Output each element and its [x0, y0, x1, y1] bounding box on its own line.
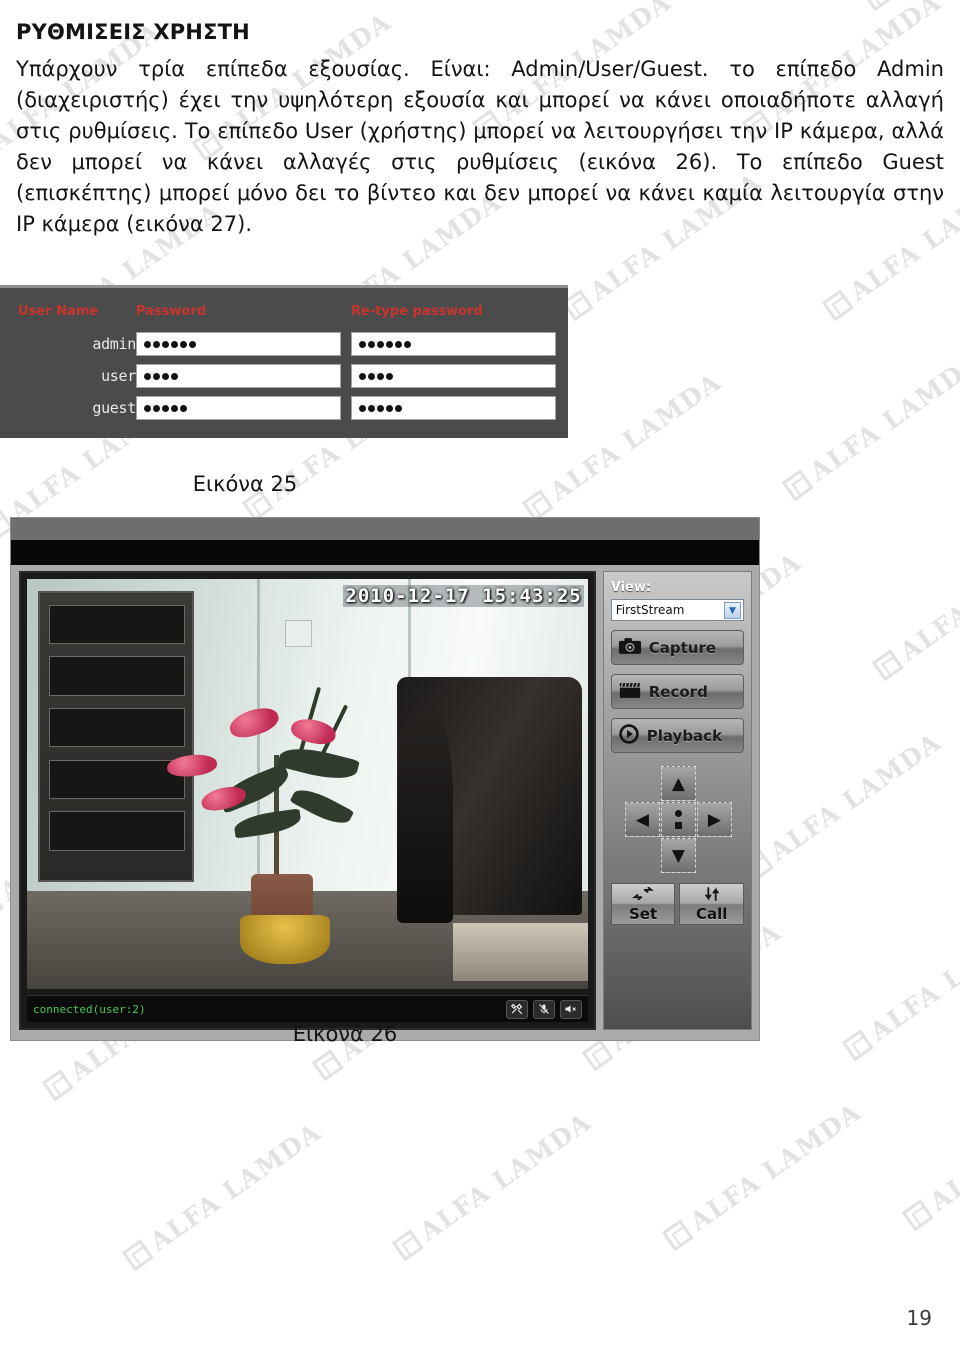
table-header-row: User Name Password Re-type password: [0, 300, 568, 328]
ptz-down-button[interactable]: ▼: [660, 838, 696, 873]
connection-status-text: connected(user:2): [33, 1002, 146, 1016]
password-field-admin[interactable]: [136, 332, 341, 356]
password-dot: [144, 340, 151, 348]
call-preset-label: Call: [695, 904, 728, 923]
video-scene-image: [27, 579, 588, 989]
user-credentials-table: User Name Password Re-type password admi…: [0, 300, 568, 424]
column-header-password: Password: [136, 304, 207, 319]
view-label: View:: [610, 580, 652, 595]
password-dot: [153, 340, 160, 348]
user-name-cell: guest: [92, 399, 136, 417]
password-dot: [359, 372, 366, 380]
column-header-user-name: User Name: [18, 304, 99, 319]
password-dot: [144, 372, 151, 380]
password-dot: [144, 404, 151, 412]
ptz-center-button[interactable]: [660, 802, 696, 837]
password-dot: [171, 404, 178, 412]
table-row: admin: [0, 328, 568, 360]
figure-25-caption: Εικόνα 25: [192, 472, 298, 496]
password-dot: [404, 340, 411, 348]
password-dot: [180, 404, 187, 412]
password-dot: [368, 404, 375, 412]
password-dot: [359, 340, 366, 348]
record-button-label: Record: [648, 682, 708, 701]
password-dot: [162, 404, 169, 412]
password-dot: [386, 404, 393, 412]
figure-user-settings-table: User Name Password Re-type password admi…: [0, 285, 600, 438]
play-circle-icon: [618, 723, 640, 748]
preset-button-row: Set Call: [610, 883, 744, 925]
retype-password-field-user[interactable]: [351, 364, 556, 388]
document-page: ΡΥΘΜΙΣΕΙΣ ΧΡΗΣΤΗ Υπάρχουν τρία επίπεδα ε…: [0, 0, 960, 1346]
password-field-guest[interactable]: [136, 396, 341, 420]
body-paragraph: Υπάρχουν τρία επίπεδα εξουσίας. Είναι: A…: [16, 57, 944, 236]
retype-password-field-guest[interactable]: [351, 396, 556, 420]
capture-button-label: Capture: [648, 638, 717, 657]
speaker-muted-icon[interactable]: [559, 999, 582, 1019]
table-row: guest: [0, 392, 568, 424]
playback-button-label: Playback: [646, 726, 723, 745]
figure-camera-viewer: 2010-12-17 15:43:25 connected(user:2) Vi…: [10, 517, 760, 1041]
ptz-right-button[interactable]: ▶: [696, 802, 732, 837]
set-preset-label: Set: [628, 904, 658, 923]
camera-viewer-window: 2010-12-17 15:43:25 connected(user:2) Vi…: [10, 517, 760, 1041]
page-number: 19: [906, 1306, 932, 1330]
clapperboard-icon: [618, 681, 642, 703]
password-dot: [368, 340, 375, 348]
viewer-toolbar-band: [11, 540, 759, 565]
record-button[interactable]: Record: [610, 674, 744, 709]
password-dot: [359, 404, 366, 412]
set-preset-button[interactable]: Set: [610, 883, 676, 925]
retype-password-field-admin[interactable]: [351, 332, 556, 356]
password-dot: [395, 340, 402, 348]
table-row: user: [0, 360, 568, 392]
page-title: ΡΥΘΜΙΣΕΙΣ ΧΡΗΣΤΗ: [16, 20, 250, 45]
video-status-bar: connected(user:2): [27, 995, 588, 1022]
playback-button[interactable]: Playback: [610, 718, 744, 753]
password-dot: [386, 340, 393, 348]
password-dot: [377, 340, 384, 348]
password-dot: [153, 404, 160, 412]
horizontal-swap-arrows-icon: [612, 884, 675, 903]
tools-icon[interactable]: [505, 999, 528, 1019]
vertical-swap-arrows-icon: [680, 884, 743, 903]
live-video-frame[interactable]: 2010-12-17 15:43:25: [27, 579, 588, 989]
viewer-body: 2010-12-17 15:43:25 connected(user:2) Vi…: [11, 565, 759, 1040]
user-name-cell: admin: [92, 335, 136, 353]
ptz-direction-pad: ▲ ◀ ▶ ▼: [624, 766, 732, 873]
password-dot: [377, 372, 384, 380]
password-dot: [180, 340, 187, 348]
column-header-retype-password: Re-type password: [351, 304, 483, 319]
password-dot: [153, 372, 160, 380]
user-name-cell: user: [101, 367, 136, 385]
video-panel: 2010-12-17 15:43:25 connected(user:2): [19, 571, 596, 1030]
view-stream-select[interactable]: FirstStream ▼: [610, 599, 744, 621]
password-dot: [162, 372, 169, 380]
figure-26-caption: Εικόνα 26: [292, 1022, 398, 1046]
password-dot: [395, 404, 402, 412]
view-stream-selected-value: FirstStream: [615, 603, 685, 617]
password-dot: [171, 340, 178, 348]
ptz-up-button[interactable]: ▲: [660, 766, 696, 801]
capture-button[interactable]: Capture: [610, 630, 744, 665]
microphone-muted-icon[interactable]: [532, 999, 555, 1019]
password-dot: [368, 372, 375, 380]
password-field-user[interactable]: [136, 364, 341, 388]
password-dot: [386, 372, 393, 380]
viewer-title-bar: [11, 518, 759, 540]
camera-icon: [618, 637, 642, 659]
camera-control-panel: View: FirstStream ▼ Capture Record Playb…: [602, 571, 752, 1030]
password-dot: [162, 340, 169, 348]
call-preset-button[interactable]: Call: [679, 883, 744, 925]
password-dot: [377, 404, 384, 412]
ptz-left-button[interactable]: ◀: [624, 802, 660, 837]
password-dot: [189, 340, 196, 348]
chevron-down-icon[interactable]: ▼: [724, 602, 741, 619]
password-dot: [171, 372, 178, 380]
video-timestamp-overlay: 2010-12-17 15:43:25: [343, 585, 584, 607]
user-settings-panel: User Name Password Re-type password admi…: [0, 285, 568, 438]
